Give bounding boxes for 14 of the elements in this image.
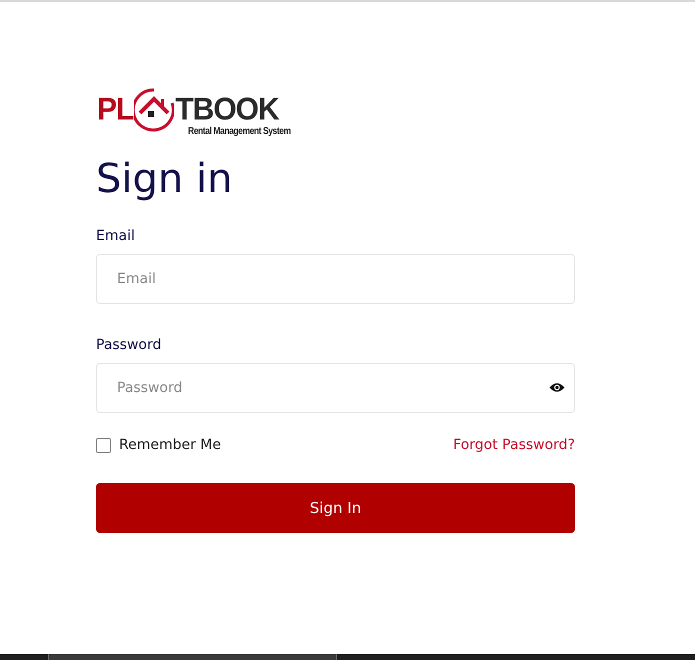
checkbox-label: Remember Me xyxy=(119,437,221,453)
logo-text: PL xyxy=(97,92,134,128)
forgot-password-link[interactable]: Forgot Password? xyxy=(453,437,575,453)
checkbox[interactable] xyxy=(96,438,111,452)
logo-text: TBOOK xyxy=(175,92,279,127)
page-title: Sign in xyxy=(96,159,234,199)
input-field[interactable]: Password xyxy=(96,363,575,413)
house-icon xyxy=(134,87,174,133)
field-label: Password xyxy=(96,337,162,353)
eye-icon[interactable] xyxy=(549,382,565,393)
sign-in-button[interactable]: Sign In xyxy=(96,483,575,533)
field-label: Email xyxy=(96,228,135,244)
logo-tagline: Rental Management System xyxy=(188,126,291,137)
input-field[interactable]: Email xyxy=(96,254,575,304)
